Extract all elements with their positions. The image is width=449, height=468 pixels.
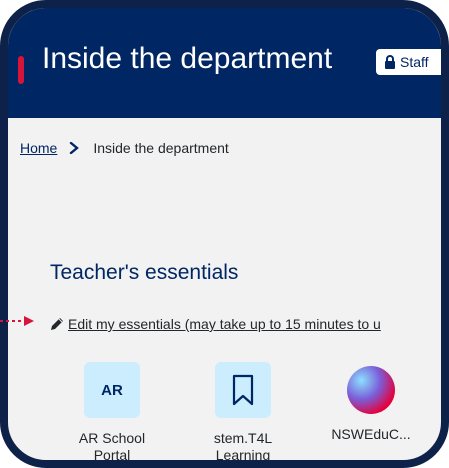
ar-badge-text: AR [101,381,123,399]
essential-tile-nsweduc[interactable]: NSWEduC... [316,362,426,443]
teachers-essentials-heading: Teacher's essentials [50,261,239,284]
tile-label-line1: stem.T4L [213,430,273,446]
staff-button[interactable]: Staff [376,49,441,75]
chevron-right-icon [70,142,80,154]
staff-button-label: Staff [400,54,429,70]
essential-tile-stem-t4l[interactable]: stem.T4L Learning [188,362,298,463]
tile-label: AR School Portal [57,430,167,463]
edit-essentials-label: Edit my essentials (may take up to 15 mi… [68,316,381,332]
tile-label: stem.T4L Learning [188,430,298,463]
tile-label: NSWEduC... [316,426,426,443]
arrow-right-icon [0,316,34,326]
tile-label-line2: Portal [93,447,131,463]
bookmark-icon [232,374,254,406]
edit-essentials-link[interactable]: Edit my essentials (may take up to 15 mi… [50,316,381,332]
site-header: Inside the department Staff [8,8,441,118]
nsw-edu-logo-icon [347,366,395,414]
tile-label-line2: Learning [215,447,271,463]
bookmark-icon-box [215,362,271,418]
breadcrumb: Home Inside the department [20,140,229,156]
nsw-logo-fragment [18,56,24,84]
ar-badge: AR [84,362,140,418]
page-title: Inside the department [42,42,333,75]
lock-icon [385,55,395,69]
breadcrumb-home-link[interactable]: Home [20,140,57,156]
tile-label-line1: NSWEduC... [331,426,411,442]
device-frame: Inside the department Staff Home Inside … [0,0,449,468]
breadcrumb-current: Inside the department [93,140,229,156]
essential-tile-ar-school-portal[interactable]: AR AR School Portal [57,362,167,463]
tile-label-line1: AR School [78,430,146,446]
pencil-icon [51,318,63,330]
